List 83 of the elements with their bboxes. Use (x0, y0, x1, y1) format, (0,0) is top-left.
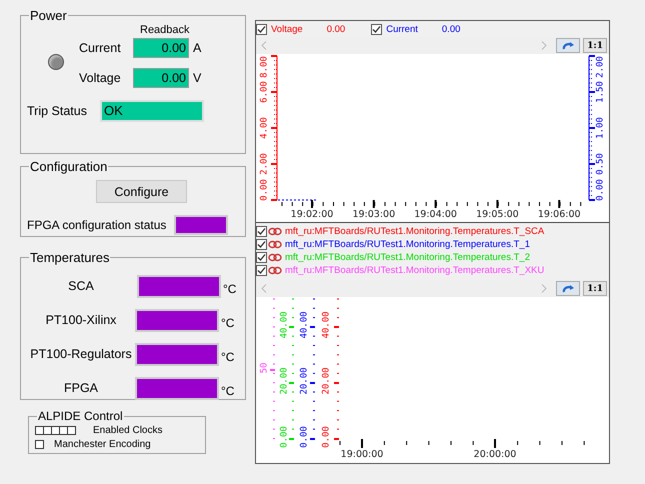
temperature-label: PT100-Xilinx (44, 313, 118, 327)
group-title: Temperatures (29, 250, 110, 265)
unit-label: °C (221, 350, 234, 364)
y-tick-label: 0.50 (595, 153, 606, 175)
y-tick-label: 6.00 (259, 81, 270, 103)
legend-label: mft_ru:MFTBoards/RUTest1.Monitoring.Temperatures.T_2 (285, 252, 530, 263)
zoom-reset-button[interactable]: 1:1 (583, 281, 607, 296)
manchester-checkbox[interactable] (35, 440, 44, 448)
legend-checkbox[interactable] (256, 252, 267, 263)
legend-label: Current (386, 24, 418, 34)
chain-icon (268, 253, 282, 262)
legend-label: Voltage (271, 24, 303, 34)
y-tick-label: 0.00 (279, 426, 290, 448)
refresh-button[interactable] (556, 281, 580, 296)
y-tick-label: 40.00 (279, 311, 290, 339)
y-tick-label: 40.00 (321, 311, 332, 339)
group-title: Power (29, 8, 68, 23)
unit-label: °C (223, 282, 236, 296)
readback-label: Readback (140, 24, 191, 36)
y-tick-label: 0.00 (299, 426, 310, 448)
refresh-icon (561, 284, 576, 294)
y-tick-label: 2.00 (259, 153, 270, 175)
y-tick-label: 1.50 (595, 81, 606, 103)
y-tick-label: 0.00 (259, 179, 270, 201)
y-tick-label: 20.00 (279, 367, 290, 395)
unit-label: V (193, 71, 202, 85)
x-tick-label: 19:04:00 (414, 209, 457, 220)
legend-label: mft_ru:MFTBoards/RUTest1.Monitoring.Temperatures.T_1 (285, 239, 530, 250)
y-tick-label: 0.00 (321, 426, 332, 448)
chain-icon (268, 266, 282, 275)
clock-checkbox[interactable] (67, 426, 76, 434)
clock-checkbox[interactable] (51, 426, 60, 434)
legend-label: mft_ru:MFTBoards/RUTest1.Monitoring.Temperatures.T_XKU (285, 265, 544, 276)
legend-checkbox[interactable] (256, 24, 267, 34)
temperature-label: FPGA (62, 381, 100, 395)
temperature-label: SCA (67, 279, 95, 293)
legend-value: 0.00 (442, 24, 460, 34)
y-tick-label: 0.00 (595, 179, 606, 201)
legend-value: 0.00 (326, 24, 346, 34)
clock-checkbox[interactable] (59, 426, 68, 434)
y-tick-label: 2.00 (595, 56, 606, 78)
unit-label: °C (221, 316, 234, 330)
y-tick-label: 1.00 (595, 117, 606, 139)
x-tick-label: 19:02:00 (290, 209, 334, 220)
legend-checkbox[interactable] (256, 239, 267, 250)
unit-label: A (193, 41, 202, 55)
fpga-status-label: FPGA configuration status (27, 218, 166, 232)
y-tick-label: 8.00 (259, 56, 270, 78)
temperature-label: PT100-Regulators (29, 347, 133, 361)
unit-label: °C (221, 384, 234, 398)
manchester-encoding-label: Manchester Encoding (54, 438, 151, 450)
reading-label: Current (79, 41, 122, 55)
reading-value: 0.00 (133, 68, 189, 88)
group-title: ALPIDE Control (37, 409, 124, 423)
reading-value: 0.00 (133, 38, 189, 58)
y-tick-label: 4.00 (259, 117, 270, 139)
y-tick-label: 40.00 (299, 311, 310, 339)
enabled-clocks-label: Enabled Clocks (93, 424, 162, 436)
clock-checkbox[interactable] (43, 426, 52, 434)
y-tick-label: 50 (259, 362, 270, 374)
x-tick-label: 19:00:00 (340, 449, 384, 460)
reading-label: Voltage (79, 71, 122, 85)
configure-button[interactable]: Configure (96, 180, 187, 203)
trip-status-label: Trip Status (27, 104, 87, 118)
refresh-icon (561, 40, 576, 50)
group-title: Configuration (29, 159, 108, 174)
fpga-status-indicator (174, 215, 228, 235)
x-tick-label: 19:03:00 (352, 209, 396, 220)
x-tick-label: 19:05:00 (476, 209, 519, 220)
zoom-reset-button[interactable]: 1:1 (583, 38, 607, 53)
x-tick-label: 19:06:00 (538, 209, 581, 220)
legend-checkbox[interactable] (256, 226, 267, 237)
refresh-button[interactable] (556, 38, 580, 53)
chain-icon (268, 227, 282, 236)
clock-checkbox[interactable] (35, 426, 44, 434)
y-tick-label: 20.00 (299, 367, 310, 395)
legend-checkbox[interactable] (371, 24, 382, 34)
legend-label: mft_ru:MFTBoards/RUTest1.Monitoring.Temperatures.T_SCA (285, 226, 544, 237)
x-tick-label: 20:00:00 (474, 449, 516, 460)
legend-checkbox[interactable] (256, 265, 267, 276)
trip-status-value: OK (100, 100, 204, 122)
y-tick-label: 20.00 (321, 367, 332, 395)
chain-icon (268, 240, 282, 249)
